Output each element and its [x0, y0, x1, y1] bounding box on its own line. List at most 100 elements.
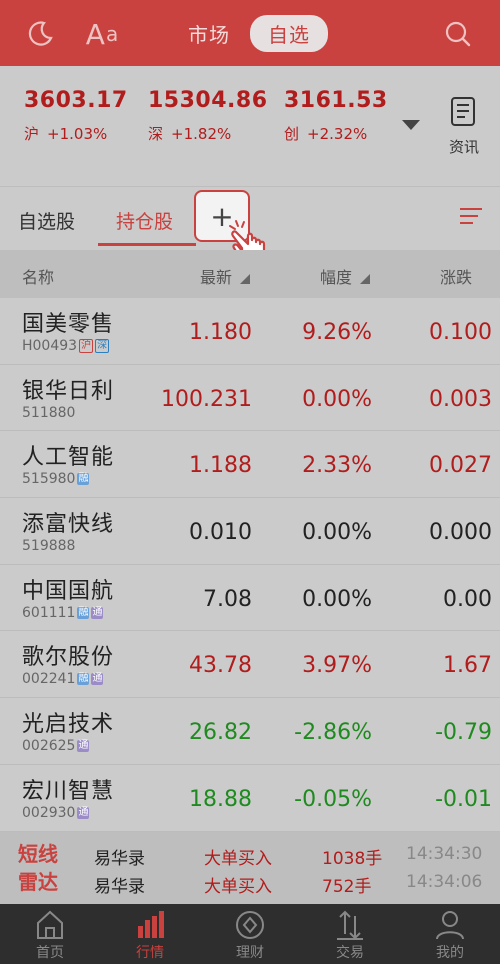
stock-code-text: 511880 — [22, 404, 76, 421]
trade-arrows-icon — [337, 910, 363, 940]
stock-row[interactable]: 银华日利 511880 100.231 0.00% 0.003 — [0, 364, 500, 432]
stock-change: 0.000 — [429, 520, 492, 546]
stock-code: 519888 — [22, 538, 75, 554]
ticker-volume: 1038手 — [322, 849, 383, 869]
tab-market[interactable]: 市场 — [178, 19, 240, 48]
stock-amplitude: 2.33% — [302, 453, 372, 479]
chart-bar-icon — [138, 911, 164, 938]
stock-change: 0.027 — [429, 453, 492, 479]
menu-icon[interactable] — [460, 208, 482, 229]
news-label: 资讯 — [448, 138, 479, 156]
search-icon[interactable] — [442, 18, 474, 50]
ticker-stock-name: 易华录 — [94, 849, 145, 869]
stock-change: 0.100 — [429, 320, 492, 345]
stock-amplitude: -2.86% — [294, 720, 372, 746]
sort-icon — [360, 273, 371, 284]
index-value: 3603.17 — [24, 88, 128, 113]
index-change: +2.32% — [307, 125, 368, 143]
stock-code-text: 515980 — [22, 471, 76, 488]
stock-tag-badge: 通 — [91, 673, 104, 686]
index-change: +1.03% — [47, 125, 108, 143]
font-size-big-glyph: A — [85, 17, 105, 51]
stock-name: 国美零售 — [22, 312, 115, 337]
stock-latest: 43.78 — [189, 653, 252, 679]
nav-trade[interactable]: 交易 — [300, 904, 400, 964]
stock-name: 添富快线 — [22, 512, 115, 538]
column-header: 名称 最新 幅度 涨跌 — [0, 250, 500, 298]
stock-latest: 1.188 — [189, 453, 252, 479]
stock-amplitude: 0.00% — [302, 386, 372, 412]
stock-row[interactable]: 宏川智慧 002930 通 18.88 -0.05% -0.01 — [0, 764, 500, 832]
stock-tag-badge: 沪 — [79, 339, 94, 353]
news-icon — [451, 97, 475, 126]
nav-label: 我的 — [436, 945, 464, 961]
stock-row[interactable]: 中国国航 601111 融通 7.08 0.00% 0.00 — [0, 564, 500, 632]
col-amplitude[interactable]: 幅度 — [320, 264, 371, 288]
stock-row[interactable]: 歌尔股份 002241 融通 43.78 3.97% 1.67 — [0, 631, 500, 699]
ticker-action: 大单买入 — [204, 849, 272, 869]
stock-row[interactable]: 国美零售 H00493 沪深 1.180 9.26% 0.100 — [0, 298, 500, 365]
stock-code: H00493 沪深 — [22, 338, 110, 354]
stock-name: 歌尔股份 — [22, 645, 115, 671]
col-amplitude-label: 幅度 — [320, 268, 353, 287]
nav-label: 交易 — [336, 945, 364, 961]
stock-code-text: 601111 — [22, 604, 76, 621]
stock-code: 511880 — [22, 405, 75, 421]
night-mode-icon[interactable] — [24, 18, 56, 50]
stock-latest: 18.88 — [189, 786, 252, 812]
stock-change: 0.003 — [429, 386, 492, 412]
stock-row[interactable]: 光启技术 002625 通 26.82 -2.86% -0.79 — [0, 698, 500, 765]
stock-change: -0.79 — [435, 720, 492, 746]
stock-row[interactable]: 人工智能 515980 融 1.188 2.33% 0.027 — [0, 431, 500, 499]
stock-tag-badge: 通 — [91, 606, 104, 619]
col-change[interactable]: 涨跌 — [440, 264, 472, 288]
nav-home[interactable]: 首页 — [0, 904, 100, 964]
index-name: 深 — [148, 125, 164, 143]
stock-code-text: 002241 — [22, 671, 76, 688]
stock-tag-badge: 深 — [95, 339, 110, 353]
stock-tag-badge: 融 — [77, 473, 90, 486]
segment-switch: 市场 自选 — [178, 14, 328, 52]
ticker-time: 14:34:06 — [406, 872, 483, 892]
stock-row[interactable]: 添富快线 519888 0.010 0.00% 0.000 — [0, 498, 500, 565]
user-icon — [436, 911, 464, 940]
nav-me[interactable]: 我的 — [400, 904, 500, 964]
diamond-circle-icon — [236, 911, 264, 939]
tab-watchlist[interactable]: 自选 — [250, 14, 328, 52]
stock-tag-badge: 通 — [77, 740, 90, 753]
index-value: 15304.86 — [148, 88, 268, 113]
stock-tag-badge: 融 — [77, 606, 90, 619]
radar-logo: 短线 雷达 — [18, 840, 58, 896]
col-name: 名称 — [22, 268, 55, 287]
stock-code: 601111 融通 — [22, 604, 104, 621]
index-chinext[interactable]: 3161.53 创 +2.32% — [284, 88, 388, 144]
index-value: 3161.53 — [284, 88, 388, 113]
stock-change: -0.01 — [435, 786, 492, 812]
stock-code: 002241 融通 — [22, 671, 104, 688]
font-size-icon[interactable]: Aa — [82, 17, 122, 51]
stock-code: 002930 通 — [22, 804, 90, 821]
stock-tag-badge: 通 — [77, 806, 90, 819]
stock-amplitude: 0.00% — [302, 586, 372, 612]
tab-holdings[interactable]: 持仓股 — [116, 207, 173, 234]
nav-market[interactable]: 行情 — [100, 904, 200, 964]
col-latest[interactable]: 最新 — [200, 264, 251, 288]
stock-latest: 0.010 — [189, 520, 252, 546]
tab-watch-stocks[interactable]: 自选股 — [18, 207, 75, 234]
index-shenzhen[interactable]: 15304.86 深 +1.82% — [148, 88, 268, 144]
stock-amplitude: 3.97% — [302, 653, 372, 679]
index-shanghai[interactable]: 3603.17 沪 +1.03% — [24, 88, 128, 144]
news-button[interactable]: 资讯 — [444, 96, 484, 157]
index-name: 创 — [284, 125, 300, 143]
expand-indices-icon[interactable] — [402, 120, 420, 130]
ticker-stock-name: 易华录 — [94, 877, 145, 897]
stock-name: 宏川智慧 — [22, 778, 115, 804]
stock-list: 国美零售 H00493 沪深 1.180 9.26% 0.100 银华日利 511880 100… — [0, 298, 500, 832]
nav-finance[interactable]: 理财 — [200, 904, 300, 964]
stock-code-text: 519888 — [22, 538, 76, 555]
short-radar-ticker[interactable]: 短线 雷达 易华录 大单买入 1038手 14:34:30 易华录 大单买入 7… — [0, 832, 500, 904]
home-icon — [37, 910, 63, 939]
font-size-small-glyph: a — [105, 22, 119, 46]
stock-code-text: 002930 — [22, 804, 76, 821]
app-screen: Aa 市场 自选 3603.17 沪 +1.03% 15304.86 深 +1.82… — [0, 0, 500, 964]
